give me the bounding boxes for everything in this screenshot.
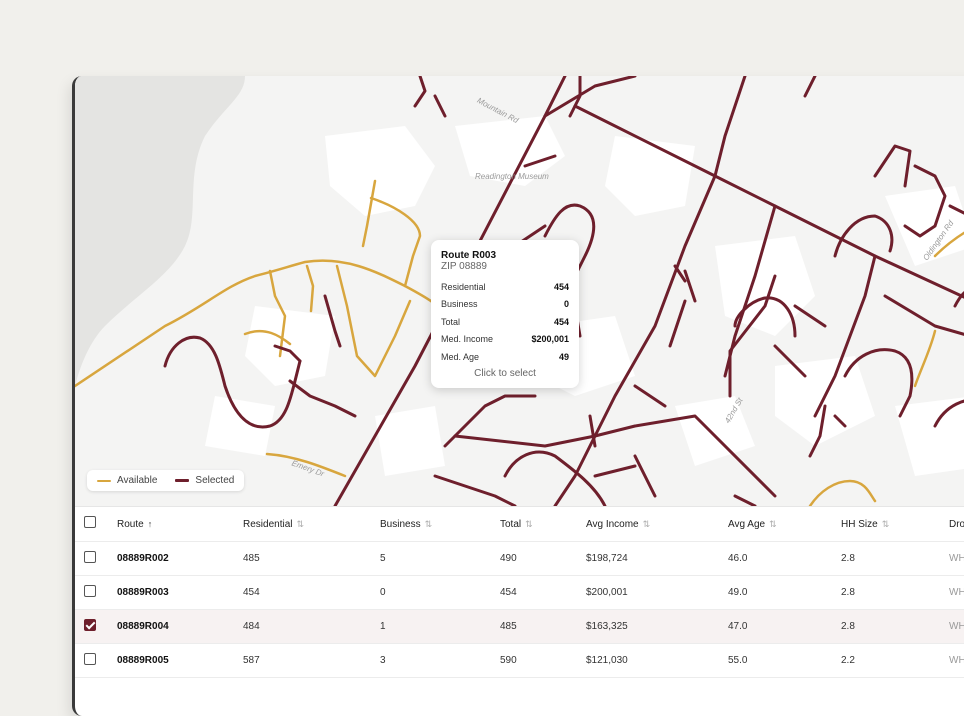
cell-drop: WH xyxy=(949,655,964,666)
sort-icon: ⇅ xyxy=(642,518,651,529)
table-header-row: Route ↑ Residential ⇅ Business ⇅ Total ⇅… xyxy=(75,507,964,542)
app-panel: Mountain Rd Readington Museum 42nd St Em… xyxy=(72,76,964,716)
selected-swatch xyxy=(175,479,190,482)
table-row[interactable]: 08889R002 485 5 490 $198,724 46.0 2.8 WH xyxy=(75,542,964,576)
route-map[interactable]: Mountain Rd Readington Museum 42nd St Em… xyxy=(75,76,964,506)
cell-hh: 2.8 xyxy=(841,621,855,632)
col-drop-label: Dro xyxy=(949,518,964,530)
sort-icon: ⇅ xyxy=(424,518,433,529)
col-residential-label: Residential xyxy=(243,518,293,530)
cell-age: 49.0 xyxy=(728,587,748,598)
col-income-label: Avg Income xyxy=(586,518,639,530)
cell-route: 08889R002 xyxy=(117,553,169,564)
tooltip-label: Med. Age xyxy=(441,351,480,362)
routes-table: Route ↑ Residential ⇅ Business ⇅ Total ⇅… xyxy=(75,506,964,678)
cell-residential: 484 xyxy=(243,621,260,632)
cell-total: 485 xyxy=(500,621,517,632)
cell-business: 0 xyxy=(380,587,386,598)
legend-available-label: Available xyxy=(117,475,158,486)
cell-drop: WH xyxy=(949,621,964,632)
select-all-checkbox[interactable] xyxy=(84,516,96,528)
cell-hh: 2.2 xyxy=(841,655,855,666)
col-hh-label: HH Size xyxy=(841,518,878,530)
cell-residential: 485 xyxy=(243,553,260,564)
sort-icon: ⇅ xyxy=(296,518,305,529)
cell-hh: 2.8 xyxy=(841,587,855,598)
sort-icon: ⇅ xyxy=(881,518,890,529)
cell-residential: 587 xyxy=(243,655,260,666)
sort-icon: ⇅ xyxy=(769,518,777,529)
tooltip-row-residential: Residential 454 xyxy=(441,278,569,296)
map-label-museum: Readington Museum xyxy=(475,172,549,181)
tooltip-label: Residential xyxy=(441,281,486,292)
cell-total: 454 xyxy=(500,587,517,598)
cell-income: $200,001 xyxy=(586,587,628,598)
map-blocks xyxy=(205,116,964,476)
cell-drop: WH xyxy=(949,553,964,564)
col-age-header[interactable]: Avg Age ⇅ xyxy=(728,507,777,541)
tooltip-value: 49 xyxy=(558,351,569,362)
row-checkbox[interactable] xyxy=(84,551,96,563)
cell-residential: 454 xyxy=(243,587,260,598)
map-legend: Available Selected xyxy=(87,470,245,491)
cell-age: 47.0 xyxy=(728,621,748,632)
col-drop-header[interactable]: Dro xyxy=(949,507,964,541)
cell-income: $198,724 xyxy=(586,553,628,564)
available-swatch xyxy=(97,479,111,482)
cell-route: 08889R003 xyxy=(117,587,169,598)
cell-route: 08889R004 xyxy=(117,621,169,632)
col-business-label: Business xyxy=(380,518,421,530)
legend-selected-label: Selected xyxy=(195,475,235,486)
col-age-label: Avg Age xyxy=(728,518,766,530)
tooltip-row-income: Med. Income $200,001 xyxy=(441,331,569,349)
tooltip-zip: ZIP 08889 xyxy=(441,261,487,272)
tooltip-row-age: Med. Age 49 xyxy=(441,348,569,366)
tooltip-title: Route R003 xyxy=(441,250,497,261)
col-route-label: Route xyxy=(117,518,144,530)
cell-route: 08889R005 xyxy=(117,655,169,666)
row-checkbox-checked[interactable] xyxy=(84,619,96,631)
cell-business: 1 xyxy=(380,621,386,632)
water-area xyxy=(75,76,245,386)
cell-income: $163,325 xyxy=(586,621,628,632)
row-checkbox[interactable] xyxy=(84,585,96,597)
cell-age: 46.0 xyxy=(728,553,748,564)
tooltip-row-business: Business 0 xyxy=(441,296,569,314)
col-total-header[interactable]: Total ⇅ xyxy=(500,507,533,541)
row-checkbox[interactable] xyxy=(84,653,96,665)
tooltip-value: $200,001 xyxy=(531,334,569,345)
tooltip-label: Med. Income xyxy=(441,334,494,345)
tooltip-hint[interactable]: Click to select xyxy=(441,368,569,379)
cell-total: 490 xyxy=(500,553,517,564)
cell-total: 590 xyxy=(500,655,517,666)
col-business-header[interactable]: Business ⇅ xyxy=(380,507,432,541)
cell-drop: WH xyxy=(949,587,964,598)
table-row[interactable]: 08889R003 454 0 454 $200,001 49.0 2.8 WH xyxy=(75,576,964,610)
tooltip-row-total: Total 454 xyxy=(441,313,569,331)
cell-age: 55.0 xyxy=(728,655,748,666)
tooltip-value: 454 xyxy=(553,316,569,327)
col-hh-header[interactable]: HH Size ⇅ xyxy=(841,507,889,541)
tooltip-value: 454 xyxy=(553,281,569,292)
route-tooltip[interactable]: Route R003 ZIP 08889 Residential 454 Bus… xyxy=(431,240,579,388)
col-income-header[interactable]: Avg Income ⇅ xyxy=(586,507,650,541)
tooltip-label: Total xyxy=(441,316,461,327)
col-residential-header[interactable]: Residential ⇅ xyxy=(243,507,304,541)
cell-business: 5 xyxy=(380,553,386,564)
col-total-label: Total xyxy=(500,518,522,530)
cell-hh: 2.8 xyxy=(841,553,855,564)
sort-asc-icon: ↑ xyxy=(147,519,153,529)
tooltip-label: Business xyxy=(441,299,478,310)
table-row-selected[interactable]: 08889R004 484 1 485 $163,325 47.0 2.8 WH xyxy=(75,610,964,644)
cell-business: 3 xyxy=(380,655,386,666)
col-route-header[interactable]: Route ↑ xyxy=(117,507,152,541)
sort-icon: ⇅ xyxy=(525,518,533,529)
cell-income: $121,030 xyxy=(586,655,628,666)
tooltip-value: 0 xyxy=(563,299,569,310)
